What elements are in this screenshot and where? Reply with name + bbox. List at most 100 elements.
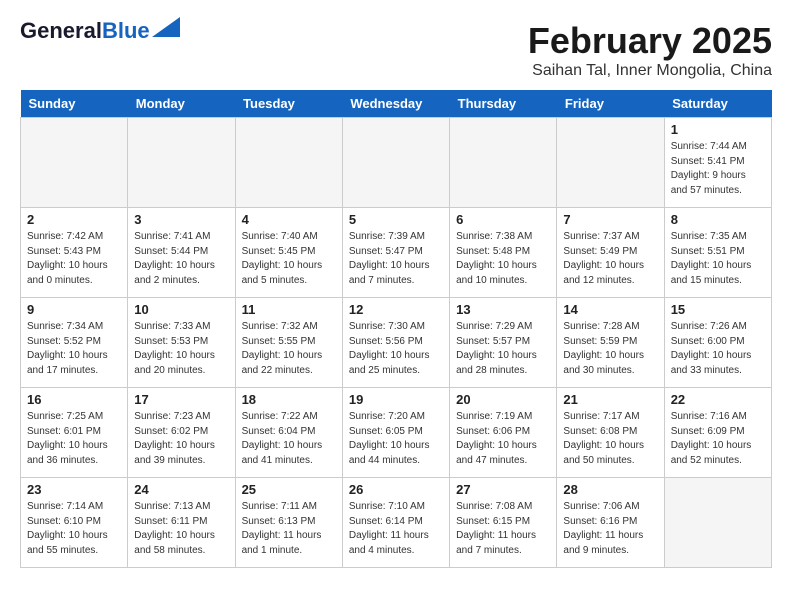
day-info: Sunrise: 7:26 AM Sunset: 6:00 PM Dayligh… (671, 320, 765, 378)
col-header-tuesday: Tuesday (235, 90, 342, 118)
day-number: 8 (671, 212, 765, 227)
col-header-sunday: Sunday (21, 90, 128, 118)
calendar-cell: 23 Sunrise: 7:14 AM Sunset: 6:10 PM Dayli… (21, 478, 128, 568)
calendar-cell (342, 118, 449, 208)
col-header-friday: Friday (557, 90, 664, 118)
calendar-cell: 10 Sunrise: 7:33 AM Sunset: 5:53 PM Dayli… (128, 298, 235, 388)
calendar-cell: 12 Sunrise: 7:30 AM Sunset: 5:56 PM Dayli… (342, 298, 449, 388)
day-number: 13 (456, 302, 550, 317)
day-info: Sunrise: 7:17 AM Sunset: 6:08 PM Dayligh… (563, 410, 657, 468)
day-info: Sunrise: 7:40 AM Sunset: 5:45 PM Dayligh… (242, 230, 336, 288)
day-info: Sunrise: 7:34 AM Sunset: 5:52 PM Dayligh… (27, 320, 121, 378)
day-number: 26 (349, 482, 443, 497)
day-number: 23 (27, 482, 121, 497)
day-info: Sunrise: 7:32 AM Sunset: 5:55 PM Dayligh… (242, 320, 336, 378)
day-number: 18 (242, 392, 336, 407)
day-number: 1 (671, 122, 765, 137)
calendar-cell (21, 118, 128, 208)
day-number: 24 (134, 482, 228, 497)
day-info: Sunrise: 7:11 AM Sunset: 6:13 PM Dayligh… (242, 500, 336, 558)
day-info: Sunrise: 7:14 AM Sunset: 6:10 PM Dayligh… (27, 500, 121, 558)
day-info: Sunrise: 7:37 AM Sunset: 5:49 PM Dayligh… (563, 230, 657, 288)
calendar-cell: 7 Sunrise: 7:37 AM Sunset: 5:49 PM Daylig… (557, 208, 664, 298)
day-info: Sunrise: 7:30 AM Sunset: 5:56 PM Dayligh… (349, 320, 443, 378)
day-info: Sunrise: 7:33 AM Sunset: 5:53 PM Dayligh… (134, 320, 228, 378)
calendar-cell (664, 478, 771, 568)
calendar-cell: 28 Sunrise: 7:06 AM Sunset: 6:16 PM Dayli… (557, 478, 664, 568)
calendar-cell: 16 Sunrise: 7:25 AM Sunset: 6:01 PM Dayli… (21, 388, 128, 478)
day-info: Sunrise: 7:42 AM Sunset: 5:43 PM Dayligh… (27, 230, 121, 288)
day-number: 27 (456, 482, 550, 497)
day-info: Sunrise: 7:13 AM Sunset: 6:11 PM Dayligh… (134, 500, 228, 558)
calendar-cell: 5 Sunrise: 7:39 AM Sunset: 5:47 PM Daylig… (342, 208, 449, 298)
calendar-cell: 8 Sunrise: 7:35 AM Sunset: 5:51 PM Daylig… (664, 208, 771, 298)
calendar-week-row: 2Sunrise: 7:42 AM Sunset: 5:43 PM Daylig… (21, 208, 772, 298)
calendar-cell: 11 Sunrise: 7:32 AM Sunset: 5:55 PM Dayli… (235, 298, 342, 388)
page-header: GeneralBlue February 2025 Saihan Tal, In… (20, 20, 772, 80)
day-number: 7 (563, 212, 657, 227)
month-title: February 2025 (528, 20, 772, 62)
day-info: Sunrise: 7:35 AM Sunset: 5:51 PM Dayligh… (671, 230, 765, 288)
calendar-header-row: SundayMondayTuesdayWednesdayThursdayFrid… (21, 90, 772, 118)
day-info: Sunrise: 7:06 AM Sunset: 6:16 PM Dayligh… (563, 500, 657, 558)
day-info: Sunrise: 7:29 AM Sunset: 5:57 PM Dayligh… (456, 320, 550, 378)
calendar-cell (235, 118, 342, 208)
calendar-cell: 13 Sunrise: 7:29 AM Sunset: 5:57 PM Dayli… (450, 298, 557, 388)
calendar-cell (128, 118, 235, 208)
day-number: 25 (242, 482, 336, 497)
day-number: 17 (134, 392, 228, 407)
calendar-cell: 3Sunrise: 7:41 AM Sunset: 5:44 PM Daylig… (128, 208, 235, 298)
day-number: 15 (671, 302, 765, 317)
calendar-table: SundayMondayTuesdayWednesdayThursdayFrid… (20, 90, 772, 568)
calendar-cell: 4Sunrise: 7:40 AM Sunset: 5:45 PM Daylig… (235, 208, 342, 298)
col-header-wednesday: Wednesday (342, 90, 449, 118)
calendar-cell: 6Sunrise: 7:38 AM Sunset: 5:48 PM Daylig… (450, 208, 557, 298)
day-info: Sunrise: 7:28 AM Sunset: 5:59 PM Dayligh… (563, 320, 657, 378)
day-info: Sunrise: 7:41 AM Sunset: 5:44 PM Dayligh… (134, 230, 228, 288)
logo-arrow-icon (152, 17, 180, 37)
day-info: Sunrise: 7:19 AM Sunset: 6:06 PM Dayligh… (456, 410, 550, 468)
title-section: February 2025 Saihan Tal, Inner Mongolia… (528, 20, 772, 80)
calendar-cell: 15 Sunrise: 7:26 AM Sunset: 6:00 PM Dayli… (664, 298, 771, 388)
day-number: 28 (563, 482, 657, 497)
logo: GeneralBlue (20, 20, 180, 42)
day-number: 16 (27, 392, 121, 407)
calendar-cell: 14 Sunrise: 7:28 AM Sunset: 5:59 PM Dayli… (557, 298, 664, 388)
col-header-thursday: Thursday (450, 90, 557, 118)
day-info: Sunrise: 7:38 AM Sunset: 5:48 PM Dayligh… (456, 230, 550, 288)
calendar-cell (557, 118, 664, 208)
calendar-cell: 20Sunrise: 7:19 AM Sunset: 6:06 PM Dayli… (450, 388, 557, 478)
calendar-week-row: 23 Sunrise: 7:14 AM Sunset: 6:10 PM Dayli… (21, 478, 772, 568)
day-number: 12 (349, 302, 443, 317)
day-info: Sunrise: 7:20 AM Sunset: 6:05 PM Dayligh… (349, 410, 443, 468)
calendar-cell: 2Sunrise: 7:42 AM Sunset: 5:43 PM Daylig… (21, 208, 128, 298)
day-number: 11 (242, 302, 336, 317)
calendar-cell: 9 Sunrise: 7:34 AM Sunset: 5:52 PM Daylig… (21, 298, 128, 388)
day-info: Sunrise: 7:25 AM Sunset: 6:01 PM Dayligh… (27, 410, 121, 468)
calendar-week-row: 9 Sunrise: 7:34 AM Sunset: 5:52 PM Daylig… (21, 298, 772, 388)
day-number: 9 (27, 302, 121, 317)
calendar-cell: 22 Sunrise: 7:16 AM Sunset: 6:09 PM Dayli… (664, 388, 771, 478)
day-number: 22 (671, 392, 765, 407)
calendar-cell: 1Sunrise: 7:44 AM Sunset: 5:41 PM Daylig… (664, 118, 771, 208)
day-info: Sunrise: 7:10 AM Sunset: 6:14 PM Dayligh… (349, 500, 443, 558)
calendar-week-row: 1Sunrise: 7:44 AM Sunset: 5:41 PM Daylig… (21, 118, 772, 208)
calendar-cell: 18Sunrise: 7:22 AM Sunset: 6:04 PM Dayli… (235, 388, 342, 478)
day-number: 5 (349, 212, 443, 227)
calendar-cell: 25 Sunrise: 7:11 AM Sunset: 6:13 PM Dayli… (235, 478, 342, 568)
day-number: 10 (134, 302, 228, 317)
day-info: Sunrise: 7:23 AM Sunset: 6:02 PM Dayligh… (134, 410, 228, 468)
day-number: 14 (563, 302, 657, 317)
day-info: Sunrise: 7:16 AM Sunset: 6:09 PM Dayligh… (671, 410, 765, 468)
calendar-cell: 21 Sunrise: 7:17 AM Sunset: 6:08 PM Dayli… (557, 388, 664, 478)
calendar-cell: 17 Sunrise: 7:23 AM Sunset: 6:02 PM Dayli… (128, 388, 235, 478)
day-info: Sunrise: 7:08 AM Sunset: 6:15 PM Dayligh… (456, 500, 550, 558)
col-header-saturday: Saturday (664, 90, 771, 118)
calendar-cell: 24 Sunrise: 7:13 AM Sunset: 6:11 PM Dayli… (128, 478, 235, 568)
col-header-monday: Monday (128, 90, 235, 118)
calendar-week-row: 16 Sunrise: 7:25 AM Sunset: 6:01 PM Dayli… (21, 388, 772, 478)
logo-text: GeneralBlue (20, 20, 150, 42)
day-number: 21 (563, 392, 657, 407)
day-number: 19 (349, 392, 443, 407)
day-info: Sunrise: 7:39 AM Sunset: 5:47 PM Dayligh… (349, 230, 443, 288)
